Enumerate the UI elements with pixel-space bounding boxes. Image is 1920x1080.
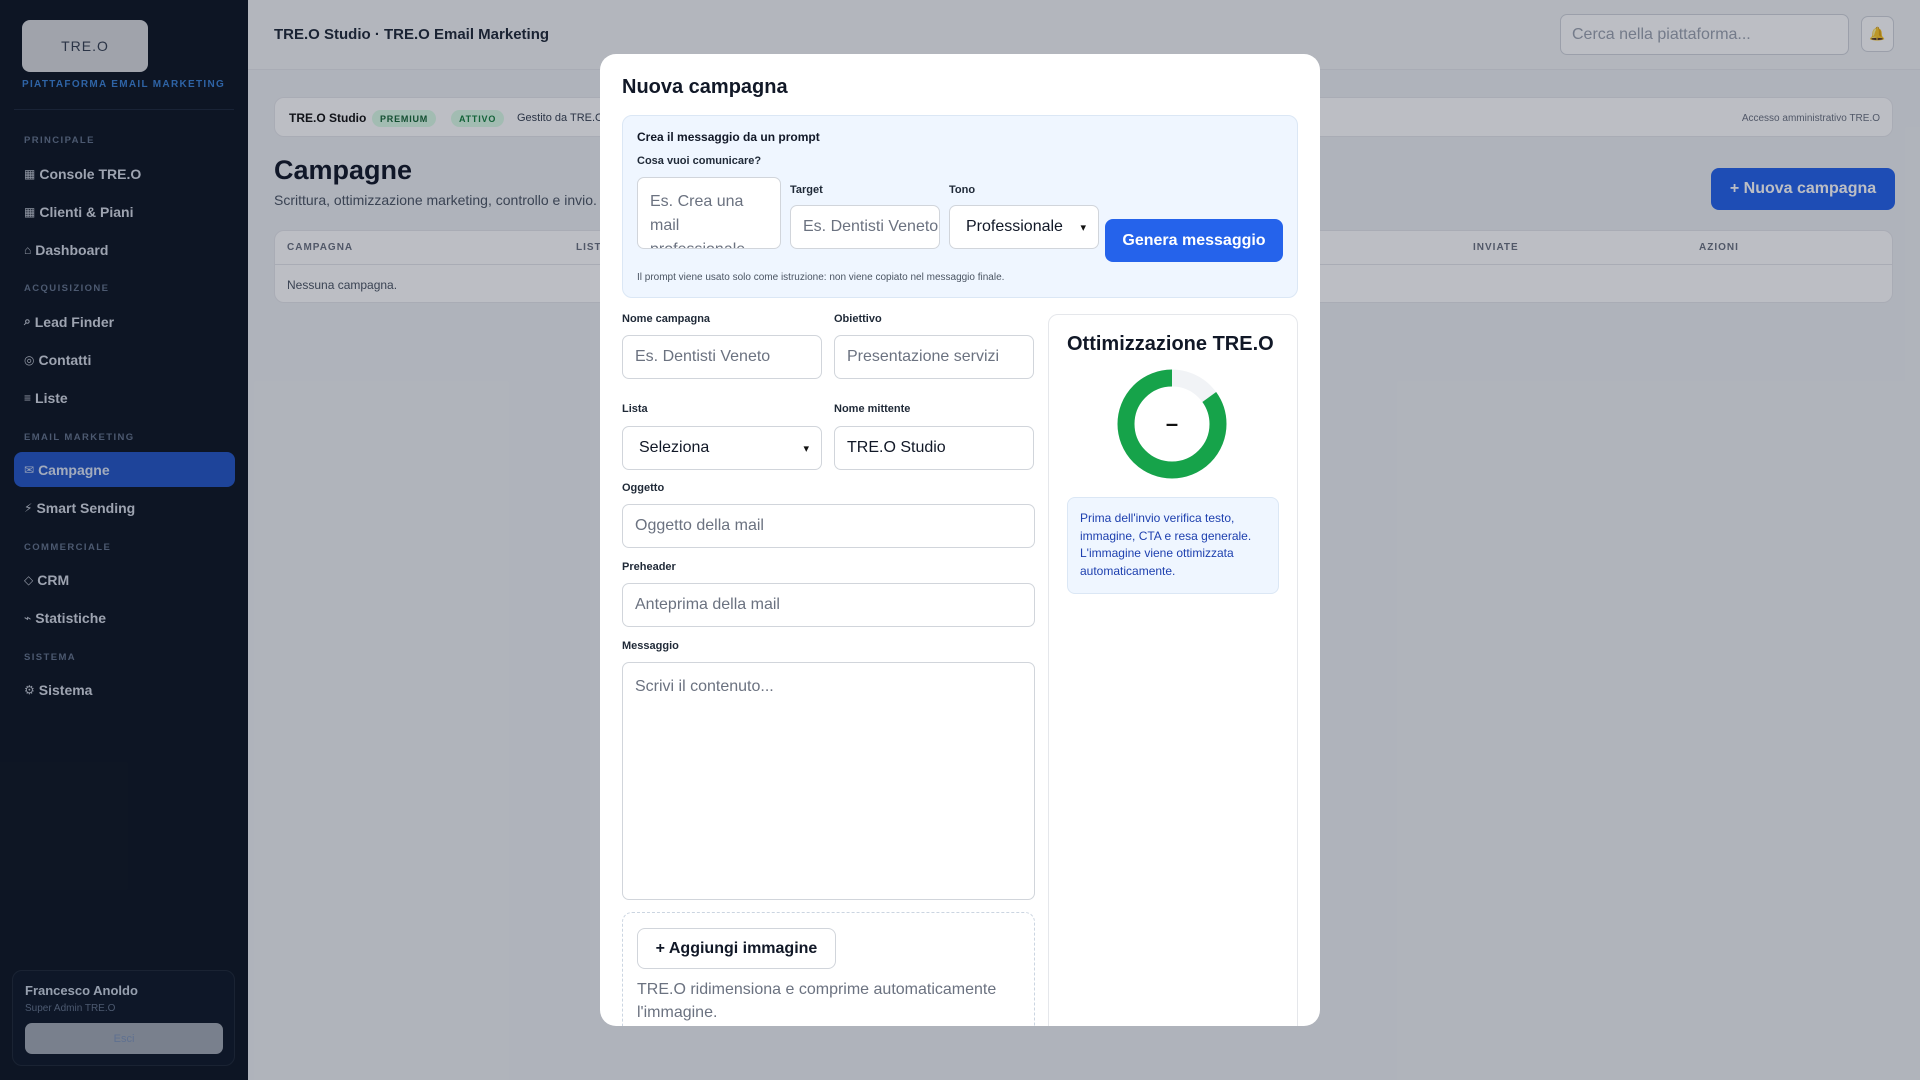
campaign-name-label: Nome campagna: [622, 313, 711, 325]
optimization-note: Prima dell'invio verifica testo, immagin…: [1067, 497, 1279, 594]
message-textarea[interactable]: Scrivi il contenuto...: [622, 662, 1035, 900]
prompt-textarea[interactable]: Es. Crea una mail professionale: [637, 177, 781, 249]
chevron-down-icon: ▾: [1080, 221, 1086, 234]
sender-label: Nome mittente: [834, 403, 911, 415]
goal-label: Obiettivo: [834, 313, 882, 325]
question-label: Cosa vuoi comunicare?: [637, 155, 762, 167]
list-select[interactable]: Seleziona ▾: [622, 426, 822, 470]
preheader-input[interactable]: Anteprima della mail: [622, 583, 1035, 627]
subject-input[interactable]: Oggetto della mail: [622, 504, 1035, 548]
prompt-note: Il prompt viene usato solo come istruzio…: [637, 272, 1005, 283]
image-note: TRE.O ridimensiona e comprime automatica…: [637, 981, 997, 1021]
prompt-section: Crea il messaggio da un prompt Cosa vuoi…: [622, 115, 1298, 298]
generate-message-button[interactable]: Genera messaggio: [1105, 219, 1283, 262]
target-label: Target: [790, 184, 823, 196]
goal-input[interactable]: Presentazione servizi: [834, 335, 1034, 379]
optimization-score: –: [1165, 411, 1179, 436]
prompt-title: Crea il messaggio da un prompt: [637, 130, 820, 144]
list-value: Seleziona: [639, 439, 710, 456]
image-dropzone[interactable]: + Aggiungi immagine TRE.O ridimensiona e…: [622, 912, 1035, 1026]
tone-label: Tono: [949, 184, 976, 196]
sender-input[interactable]: TRE.O Studio: [834, 426, 1034, 470]
modal-title: Nuova campagna: [622, 76, 788, 98]
chevron-down-icon: ▾: [803, 442, 809, 455]
tone-select[interactable]: Professionale ▾: [949, 205, 1099, 249]
subject-label: Oggetto: [622, 482, 665, 494]
new-campaign-modal: Nuova campagna Crea il messaggio da un p…: [600, 54, 1320, 1026]
list-label: Lista: [622, 403, 648, 415]
target-input[interactable]: Es. Dentisti Veneto: [790, 205, 940, 249]
tone-value: Professionale: [966, 218, 1063, 235]
campaign-name-input[interactable]: Es. Dentisti Veneto: [622, 335, 822, 379]
message-label: Messaggio: [622, 640, 679, 652]
preheader-label: Preheader: [622, 561, 676, 573]
optimization-title: Ottimizzazione TRE.O: [1067, 333, 1274, 355]
optimization-panel: Ottimizzazione TRE.O – Prima dell'invio …: [1048, 314, 1298, 1026]
add-image-button[interactable]: + Aggiungi immagine: [637, 928, 836, 969]
